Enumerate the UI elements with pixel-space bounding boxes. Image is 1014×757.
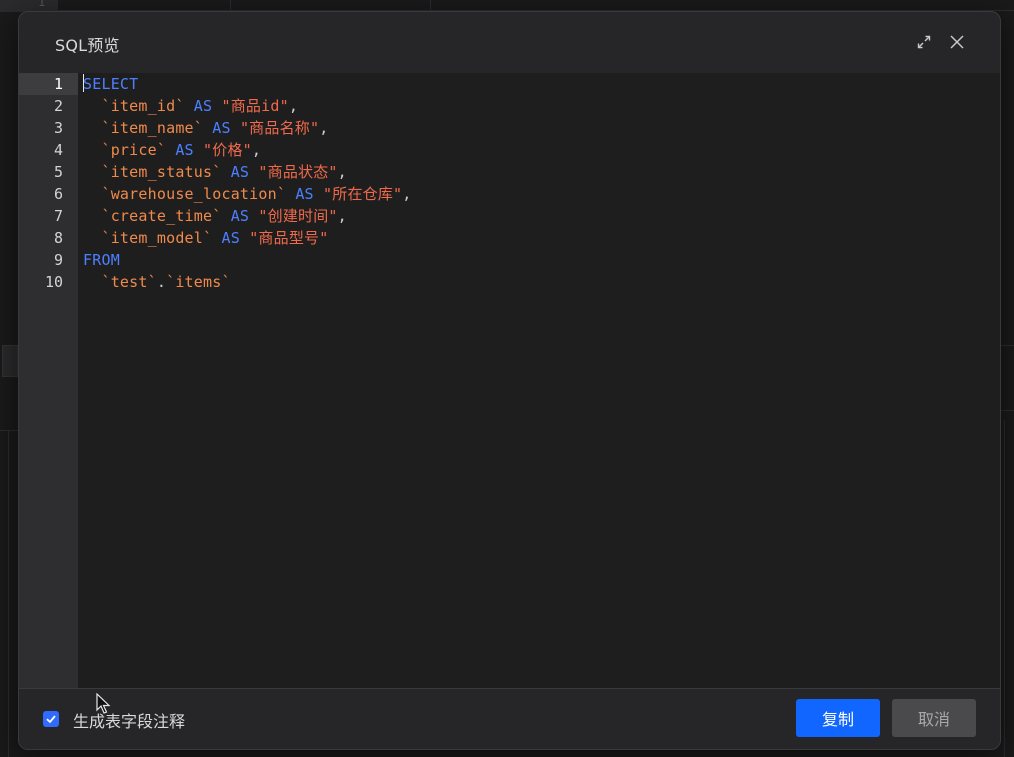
background-divider (999, 345, 1014, 346)
sql-code-editor[interactable]: 1 2 3 4 5 6 7 8 9 10 SELECT `item_id` AS "商品id", … (19, 73, 1000, 688)
code-token: AS (230, 207, 250, 225)
line-number: 2 (53, 97, 63, 115)
code-token: `create_time` (101, 207, 222, 225)
background-divider (0, 430, 18, 431)
code-token: , (337, 207, 347, 225)
code-token: "价格" (203, 141, 252, 159)
code-token: `item_id` (101, 97, 185, 115)
code-token: AS (175, 141, 194, 159)
code-token: , (251, 141, 262, 159)
background-line-number: 1 (38, 0, 46, 9)
code-line: `item_status` AS "商品状态", (83, 161, 1000, 183)
code-token: AS (193, 97, 213, 115)
code-token: "创建时间" (258, 207, 338, 225)
code-line: `price` AS "价格", (83, 139, 1000, 161)
line-number: 3 (53, 119, 63, 137)
code-line: `item_name` AS "商品名称", (83, 117, 1000, 139)
code-area[interactable]: SELECT `item_id` AS "商品id", `item_name` … (83, 73, 1000, 293)
background-divider (430, 0, 431, 11)
code-token: AS (295, 185, 314, 203)
line-number: 6 (53, 185, 63, 203)
line-number-gutter: 1 2 3 4 5 6 7 8 9 10 (19, 73, 78, 688)
code-token: AS (230, 163, 250, 181)
line-number: 5 (53, 163, 63, 181)
background-divider (230, 0, 231, 11)
code-token: "商品型号" (249, 229, 329, 247)
code-token: `test` (101, 273, 157, 291)
code-token: , (402, 185, 412, 203)
background-divider (1004, 420, 1005, 757)
code-token: , (337, 163, 347, 181)
code-line: `item_id` AS "商品id", (83, 95, 1000, 117)
code-token: `items` (166, 273, 231, 291)
code-token: "所在仓库" (323, 185, 403, 203)
code-line: `warehouse_location` AS "所在仓库", (83, 183, 1000, 205)
cancel-button[interactable]: 取消 (892, 699, 976, 737)
copy-button[interactable]: 复制 (796, 699, 880, 737)
dialog-footer: 生成表字段注释 复制 取消 (19, 688, 1000, 749)
code-line: FROM (83, 249, 1000, 271)
code-line: `test`.`items` (83, 271, 1000, 293)
background-divider (999, 410, 1014, 411)
code-token: `item_status` (101, 163, 222, 181)
code-token: "商品名称" (239, 119, 320, 137)
background-divider (8, 430, 9, 757)
code-token: `item_model` (101, 229, 213, 247)
line-number: 8 (53, 229, 63, 247)
code-token: AS (212, 119, 231, 137)
code-token: "商品id" (221, 97, 289, 115)
code-token: SELECT (83, 75, 139, 93)
code-token: FROM (83, 251, 120, 269)
code-token: `warehouse_location` (101, 185, 287, 203)
check-icon (46, 715, 56, 724)
code-line: SELECT (83, 73, 1000, 95)
background-panel (2, 345, 18, 377)
code-line: `item_model` AS "商品型号" (83, 227, 1000, 249)
line-number: 1 (19, 73, 78, 95)
generate-comments-label[interactable]: 生成表字段注释 (73, 708, 185, 732)
code-token: `item_name` (101, 119, 204, 137)
code-token: "商品状态" (258, 163, 338, 181)
code-token: `price` (101, 141, 167, 159)
sql-preview-dialog: SQL预览 1 2 3 4 5 6 7 8 9 10 SELECT `item_id` AS "商… (18, 11, 1001, 750)
code-token: , (288, 97, 299, 115)
code-token: , (319, 119, 329, 137)
code-token: . (156, 273, 167, 291)
line-number: 7 (53, 207, 63, 225)
dialog-header: SQL预览 (19, 12, 1000, 73)
line-number: 4 (53, 141, 63, 159)
code-line: `create_time` AS "创建时间", (83, 205, 1000, 227)
expand-icon[interactable] (913, 31, 935, 53)
line-number: 10 (44, 273, 63, 291)
generate-comments-checkbox[interactable] (43, 711, 59, 727)
code-token: AS (221, 229, 240, 247)
dialog-title: SQL预览 (55, 36, 120, 55)
mouse-pointer-icon (96, 693, 111, 714)
line-number: 9 (53, 251, 63, 269)
close-icon[interactable] (946, 31, 968, 53)
